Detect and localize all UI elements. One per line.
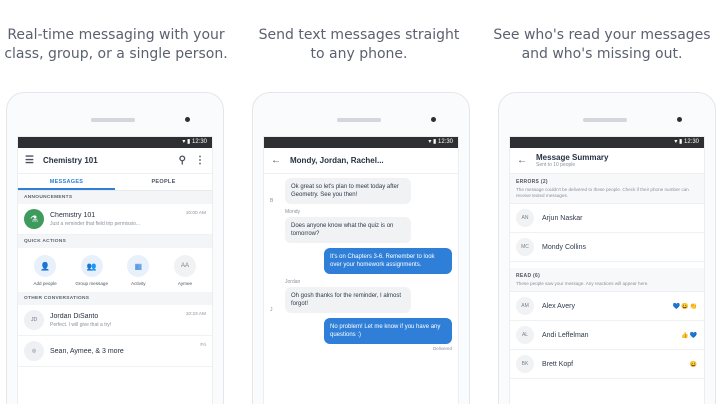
tab-bar: MESSAGES PEOPLE: [18, 174, 212, 191]
add-person-icon: 👤: [34, 255, 56, 277]
avatar: BK: [516, 355, 534, 373]
message-thread: B Ok great so let's plan to meet today a…: [264, 174, 458, 355]
announcement-row[interactable]: ⚗ Chemistry 101 Just a reminder that fie…: [18, 204, 212, 235]
recipient-row[interactable]: AN Arjun Naskar: [510, 204, 704, 233]
group-message-button[interactable]: 👥 Group message: [71, 255, 113, 286]
avatar: JD: [24, 310, 44, 330]
summary-screen: ▾ ▮ 12:30 ← Message Summary Sent to 10 p…: [509, 136, 705, 404]
activity-icon: ▦: [127, 255, 150, 277]
menu-icon[interactable]: ☰: [25, 155, 34, 166]
group-avatar: ◎: [24, 341, 44, 361]
page-title: Mondy, Jordan, Rachel...: [290, 156, 384, 165]
back-arrow-icon[interactable]: ←: [271, 155, 281, 166]
feature-caption: Real-time messaging with your class, gro…: [4, 27, 228, 62]
section-header: QUICK ACTIONS: [18, 235, 212, 248]
flask-icon: ⚗: [24, 209, 44, 229]
page-subtitle: Sent to 10 people: [536, 162, 576, 168]
announcement-time: 10:00 AM: [185, 211, 206, 216]
phone-frame: ▾ ▮ 12:30 ← Mondy, Jordan, Rachel... B O…: [252, 92, 470, 404]
add-people-button[interactable]: 👤 Add people: [24, 255, 66, 286]
outgoing-message: It's on Chapters 3-6. Remember to look o…: [270, 248, 452, 274]
feature-caption: See who's read your messages and who's m…: [493, 27, 711, 62]
recipient-row[interactable]: AL Andi Leffelman 👍💙: [510, 321, 704, 350]
page-title: Chemistry 101: [42, 156, 98, 165]
conversation-row[interactable]: ◎ Sean, Aymee, & 3 more Fri: [18, 336, 212, 367]
avatar: MC: [516, 238, 534, 256]
phone-camera: [677, 117, 682, 122]
status-bar: ▾ ▮ 12:30: [18, 137, 212, 148]
search-icon[interactable]: ⚲: [179, 155, 186, 166]
read-header: READ (6) These people saw your message. …: [510, 268, 704, 292]
sender-name: Jordan: [285, 279, 301, 285]
app-bar: ☰ Chemistry 101 ⚲ ⋮: [18, 148, 212, 174]
app-bar: ← Message Summary Sent to 10 people: [510, 148, 704, 174]
incoming-message: Does anyone know what the quiz is on tom…: [270, 217, 452, 243]
errors-header: ERRORS (2) The message couldn't be deliv…: [510, 174, 704, 204]
reactions: 💙😀👏: [672, 303, 698, 310]
recipient-row[interactable]: AM Alex Avery 💙😀👏: [510, 292, 704, 321]
class-screen: ▾ ▮ 12:30 ☰ Chemistry 101 ⚲ ⋮ MESSAGES P…: [17, 136, 213, 404]
phone-frame: ▾ ▮ 12:30 ☰ Chemistry 101 ⚲ ⋮ MESSAGES P…: [6, 92, 224, 404]
feature-caption: Send text messages straight to any phone…: [258, 27, 460, 62]
phone-camera: [185, 117, 190, 122]
recipient-row[interactable]: MC Mondy Collins: [510, 233, 704, 262]
conversation-row[interactable]: JD Jordan DiSanto Perfect. I will give t…: [18, 305, 212, 336]
incoming-message: B Ok great so let's plan to meet today a…: [270, 178, 452, 204]
app-bar: ← Mondy, Jordan, Rachel...: [264, 148, 458, 174]
avatar: AA: [173, 255, 196, 277]
activity-button[interactable]: ▦ Activity: [117, 255, 159, 286]
group-icon: 👥: [80, 255, 103, 277]
outgoing-message: No problem! Let me know if you have any …: [270, 318, 452, 344]
phone-speaker: [91, 118, 135, 122]
phone-frame: ▾ ▮ 12:30 ← Message Summary Sent to 10 p…: [498, 92, 716, 404]
section-header: OTHER CONVERSATIONS: [18, 292, 212, 305]
tab-messages[interactable]: MESSAGES: [18, 174, 115, 190]
sender-name: Mondy: [285, 209, 301, 215]
avatar: AL: [516, 326, 534, 344]
incoming-message: J Oh gosh thanks for the reminder, I alm…: [270, 287, 452, 313]
reactions: 😀: [689, 361, 698, 368]
recipient-row[interactable]: BK Brett Kopf 😀: [510, 350, 704, 379]
avatar: AN: [516, 209, 534, 227]
delivered-status: Delivered: [432, 346, 452, 351]
status-bar: ▾ ▮ 12:30: [264, 137, 458, 148]
phone-camera: [431, 117, 436, 122]
announcement-title: Chemistry 101: [50, 211, 96, 219]
tab-people[interactable]: PEOPLE: [115, 174, 212, 190]
announcement-preview: Just a reminder that field trip permissi…: [50, 220, 141, 227]
chat-screen: ▾ ▮ 12:30 ← Mondy, Jordan, Rachel... B O…: [263, 136, 459, 404]
person-shortcut-button[interactable]: AA Aymee: [164, 255, 206, 286]
phone-speaker: [337, 118, 381, 122]
more-icon[interactable]: ⋮: [195, 155, 205, 166]
reactions: 👍💙: [681, 332, 698, 339]
page-title: Message Summary: [536, 153, 609, 162]
status-bar: ▾ ▮ 12:30: [510, 137, 704, 148]
back-arrow-icon[interactable]: ←: [517, 155, 527, 166]
avatar: AM: [516, 297, 534, 315]
phone-speaker: [583, 118, 627, 122]
section-header: ANNOUNCEMENTS: [18, 191, 212, 204]
quick-actions: 👤 Add people 👥 Group message ▦ Activity AA A…: [18, 248, 212, 292]
